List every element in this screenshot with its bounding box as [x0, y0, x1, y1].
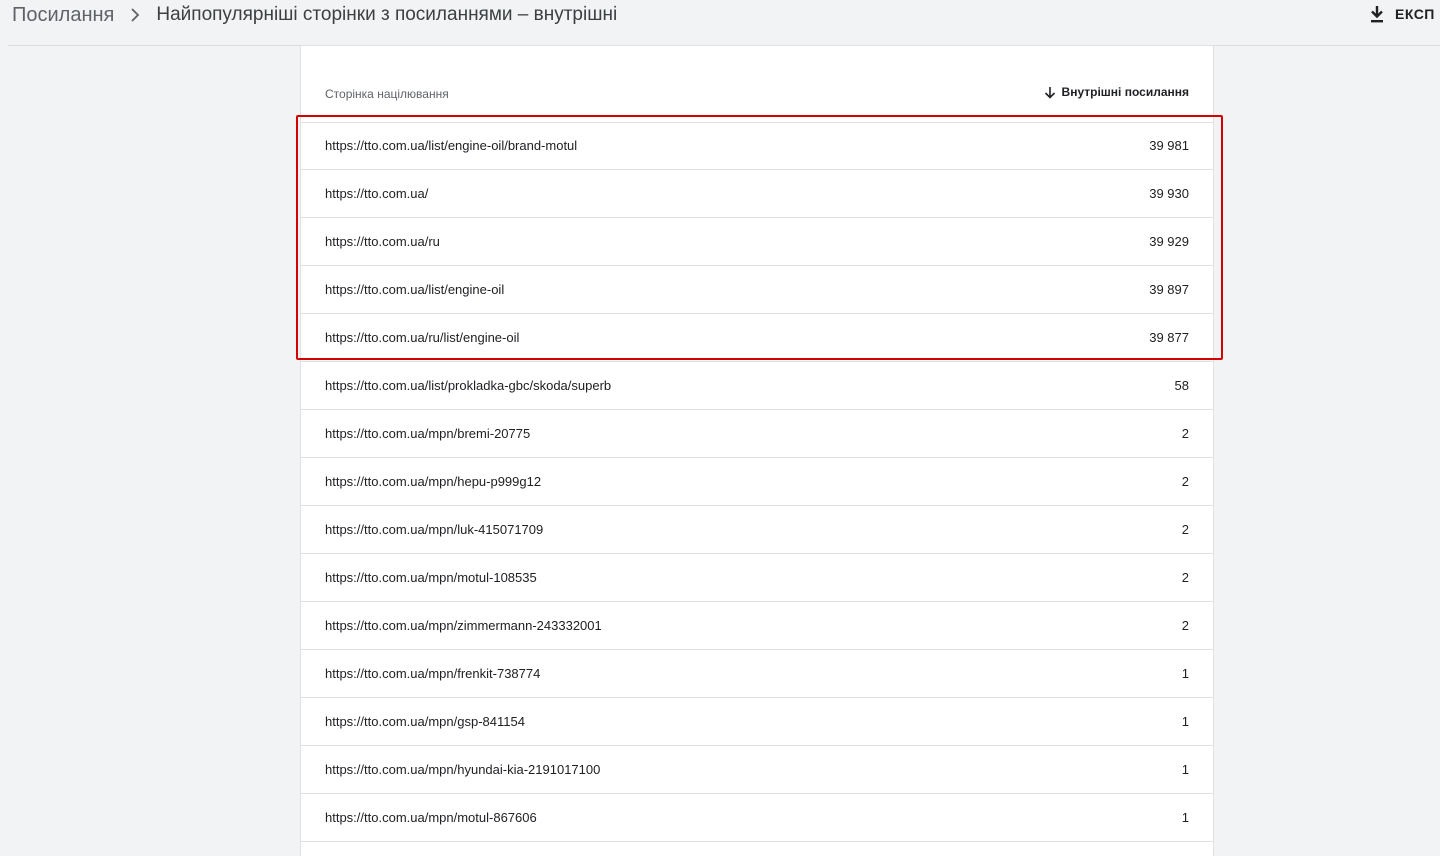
row-link-count: 1 [1181, 762, 1189, 777]
table-row[interactable]: https://tto.com.ua/mpn/hepu-p999g12 2 [301, 458, 1213, 506]
table-body: https://tto.com.ua/list/engine-oil/brand… [301, 122, 1213, 842]
row-link-count: 39 897 [1149, 282, 1189, 297]
row-url[interactable]: https://tto.com.ua/list/engine-oil/brand… [325, 138, 577, 153]
row-link-count: 39 930 [1149, 186, 1189, 201]
table-row[interactable]: https://tto.com.ua/ru 39 929 [301, 218, 1213, 266]
table-row[interactable]: https://tto.com.ua/mpn/gsp-841154 1 [301, 698, 1213, 746]
row-url[interactable]: https://tto.com.ua/mpn/motul-108535 [325, 570, 537, 585]
column-header-target-page[interactable]: Сторінка націлювання [325, 87, 449, 101]
row-link-count: 1 [1181, 714, 1189, 729]
row-link-count: 2 [1181, 426, 1189, 441]
row-link-count: 2 [1181, 570, 1189, 585]
table-row[interactable]: https://tto.com.ua/mpn/motul-867606 1 [301, 794, 1213, 842]
table-row[interactable]: https://tto.com.ua/list/engine-oil 39 897 [301, 266, 1213, 314]
row-link-count: 2 [1181, 618, 1189, 633]
breadcrumb: Посилання Найпопулярніші сторінки з поси… [12, 2, 617, 28]
table-row[interactable]: https://tto.com.ua/mpn/hyundai-kia-21910… [301, 746, 1213, 794]
row-url[interactable]: https://tto.com.ua/ru [325, 234, 440, 249]
table-row[interactable]: https://tto.com.ua/ru/list/engine-oil 39 … [301, 314, 1213, 362]
row-url[interactable]: https://tto.com.ua/mpn/bremi-20775 [325, 426, 530, 441]
table-row[interactable]: https://tto.com.ua/mpn/motul-108535 2 [301, 554, 1213, 602]
row-url[interactable]: https://tto.com.ua/ [325, 186, 428, 201]
table-row[interactable]: https://tto.com.ua/mpn/luk-415071709 2 [301, 506, 1213, 554]
column-header-internal-links-label: Внутрішні посилання [1061, 85, 1189, 99]
row-url[interactable]: https://tto.com.ua/mpn/zimmermann-243332… [325, 618, 602, 633]
page-title: Найпопулярніші сторінки з посиланнями – … [156, 4, 618, 25]
table-header: Сторінка націлювання Внутрішні посилання [301, 46, 1213, 123]
row-url[interactable]: https://tto.com.ua/mpn/hyundai-kia-21910… [325, 762, 600, 777]
links-table-card: Сторінка націлювання Внутрішні посилання… [301, 46, 1213, 856]
row-url[interactable]: https://tto.com.ua/mpn/hepu-p999g12 [325, 474, 541, 489]
export-button[interactable]: ЕКСП [1369, 2, 1435, 26]
row-link-count: 39 981 [1149, 138, 1189, 153]
row-link-count: 58 [1174, 378, 1189, 393]
table-row[interactable]: https://tto.com.ua/mpn/bremi-20775 2 [301, 410, 1213, 458]
export-label: ЕКСП [1395, 6, 1435, 22]
page-header: Посилання Найпопулярніші сторінки з поси… [0, 0, 1440, 46]
row-link-count: 2 [1181, 474, 1189, 489]
row-link-count: 1 [1181, 666, 1189, 681]
row-url[interactable]: https://tto.com.ua/mpn/gsp-841154 [325, 714, 525, 729]
row-url[interactable]: https://tto.com.ua/mpn/luk-415071709 [325, 522, 543, 537]
table-row[interactable]: https://tto.com.ua/39 930 [301, 170, 1213, 218]
table-row[interactable]: https://tto.com.ua/mpn/frenkit-738774 1 [301, 650, 1213, 698]
row-link-count: 1 [1181, 810, 1189, 825]
row-url[interactable]: https://tto.com.ua/mpn/motul-867606 [325, 810, 537, 825]
row-url[interactable]: https://tto.com.ua/list/prokladka-gbc/sk… [325, 378, 611, 393]
table-row[interactable]: https://tto.com.ua/list/prokladka-gbc/sk… [301, 362, 1213, 410]
arrow-down-icon [1044, 86, 1055, 99]
breadcrumb-links[interactable]: Посилання [12, 4, 114, 27]
row-url[interactable]: https://tto.com.ua/list/engine-oil [325, 282, 504, 297]
chevron-right-icon [114, 3, 156, 27]
column-header-internal-links[interactable]: Внутрішні посилання [1044, 85, 1189, 99]
row-link-count: 39 877 [1149, 330, 1189, 345]
table-row[interactable]: https://tto.com.ua/list/engine-oil/brand… [301, 122, 1213, 170]
download-icon [1371, 6, 1383, 23]
row-link-count: 39 929 [1149, 234, 1189, 249]
row-link-count: 2 [1181, 522, 1189, 537]
table-row[interactable]: https://tto.com.ua/mpn/zimmermann-243332… [301, 602, 1213, 650]
row-url[interactable]: https://tto.com.ua/mpn/frenkit-738774 [325, 666, 540, 681]
row-url[interactable]: https://tto.com.ua/ru/list/engine-oil [325, 330, 519, 345]
